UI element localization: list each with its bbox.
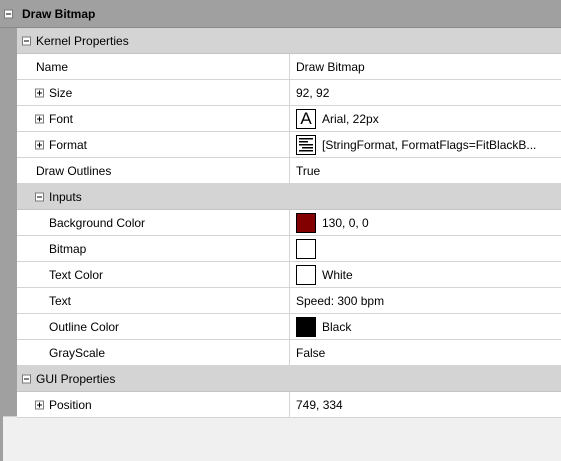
color-swatch	[296, 212, 316, 233]
prop-value-cell[interactable]: Black	[290, 314, 561, 339]
prop-name-cell: Name	[17, 54, 290, 79]
prop-row-background-color[interactable]: Background Color 130, 0, 0	[17, 210, 561, 236]
prop-value-cell[interactable]: A Arial, 22px	[290, 106, 561, 131]
category-kernel-properties[interactable]: Kernel Properties	[17, 28, 561, 54]
expand-font-icon[interactable]	[35, 114, 44, 123]
expand-format-icon[interactable]	[35, 140, 44, 149]
prop-value-cell[interactable]: Speed: 300 bpm	[290, 288, 561, 313]
empty-grid-area	[3, 416, 561, 461]
color-swatch	[296, 316, 316, 337]
color-swatch	[296, 264, 316, 285]
collapse-inputs-icon[interactable]	[35, 192, 44, 201]
prop-value-cell[interactable]: Draw Bitmap	[290, 54, 561, 79]
prop-row-size[interactable]: Size 92, 92	[17, 80, 561, 106]
object-header: Draw Bitmap	[0, 0, 561, 28]
prop-value-cell[interactable]: True	[290, 158, 561, 183]
prop-value: False	[296, 345, 326, 360]
prop-label: Bitmap	[49, 241, 87, 256]
prop-name-cell: Format	[17, 132, 290, 157]
prop-value: 749, 334	[296, 397, 343, 412]
prop-value: True	[296, 163, 321, 178]
expand-position-icon[interactable]	[35, 400, 44, 409]
prop-label: Position	[49, 397, 92, 412]
prop-row-grayscale[interactable]: GrayScale False	[17, 340, 561, 366]
prop-label: Text	[49, 293, 72, 308]
object-title: Draw Bitmap	[22, 6, 96, 21]
category-inputs[interactable]: Inputs	[17, 184, 561, 210]
prop-value-cell[interactable]: 130, 0, 0	[290, 210, 561, 235]
prop-value-cell[interactable]: False	[290, 340, 561, 365]
prop-label: Font	[49, 111, 74, 126]
collapse-draw-bitmap-icon[interactable]	[4, 9, 13, 18]
category-label: Inputs	[49, 189, 82, 204]
prop-value-cell[interactable]: White	[290, 262, 561, 287]
prop-row-text-color[interactable]: Text Color White	[17, 262, 561, 288]
prop-label: Draw Outlines	[36, 163, 112, 178]
category-label: GUI Properties	[36, 371, 116, 386]
category-gui-properties[interactable]: GUI Properties	[17, 366, 561, 392]
prop-label: Text Color	[49, 267, 104, 282]
left-gutter	[0, 0, 17, 416]
prop-row-font[interactable]: Font A Arial, 22px	[17, 106, 561, 132]
font-icon: A	[296, 108, 316, 129]
prop-value: Arial, 22px	[322, 111, 379, 126]
prop-label: Format	[49, 137, 88, 152]
prop-name-cell: Text	[17, 288, 290, 313]
prop-name-cell: Text Color	[17, 262, 290, 287]
prop-value: 92, 92	[296, 85, 330, 100]
expand-size-icon[interactable]	[35, 88, 44, 97]
prop-name-cell: GrayScale	[17, 340, 290, 365]
prop-value: 130, 0, 0	[322, 215, 369, 230]
prop-row-format[interactable]: Format [StringFormat, FormatFlags=FitBla…	[17, 132, 561, 158]
prop-label: GrayScale	[49, 345, 106, 360]
prop-value: [StringFormat, FormatFlags=FitBlackB...	[322, 137, 537, 152]
prop-row-text[interactable]: Text Speed: 300 bpm	[17, 288, 561, 314]
prop-name-cell: Background Color	[17, 210, 290, 235]
collapse-kernel-properties-icon[interactable]	[22, 36, 31, 45]
prop-name-cell: Draw Outlines	[17, 158, 290, 183]
prop-value-cell[interactable]: [StringFormat, FormatFlags=FitBlackB...	[290, 132, 561, 157]
prop-label: Name	[36, 59, 69, 74]
prop-label: Outline Color	[49, 319, 120, 334]
prop-name-cell: Font	[17, 106, 290, 131]
prop-row-position[interactable]: Position 749, 334	[17, 392, 561, 418]
prop-row-draw-outlines[interactable]: Draw Outlines True	[17, 158, 561, 184]
prop-label: Background Color	[49, 215, 146, 230]
prop-name-cell: Bitmap	[17, 236, 290, 261]
prop-value-cell[interactable]: 749, 334	[290, 392, 561, 417]
prop-value-cell[interactable]: 92, 92	[290, 80, 561, 105]
prop-name-cell: Outline Color	[17, 314, 290, 339]
bitmap-preview	[296, 238, 316, 259]
prop-value-cell[interactable]	[290, 236, 561, 261]
prop-value: Speed: 300 bpm	[296, 293, 385, 308]
prop-value: Black	[322, 319, 352, 334]
prop-row-outline-color[interactable]: Outline Color Black	[17, 314, 561, 340]
text-align-format-icon	[296, 134, 316, 155]
category-label: Kernel Properties	[36, 33, 129, 48]
collapse-gui-properties-icon[interactable]	[22, 374, 31, 383]
prop-name-cell: Position	[17, 392, 290, 417]
prop-row-name[interactable]: Name Draw Bitmap	[17, 54, 561, 80]
prop-label: Size	[49, 85, 73, 100]
prop-value: White	[322, 267, 353, 282]
prop-row-bitmap[interactable]: Bitmap	[17, 236, 561, 262]
prop-name-cell: Size	[17, 80, 290, 105]
prop-value: Draw Bitmap	[296, 59, 365, 74]
